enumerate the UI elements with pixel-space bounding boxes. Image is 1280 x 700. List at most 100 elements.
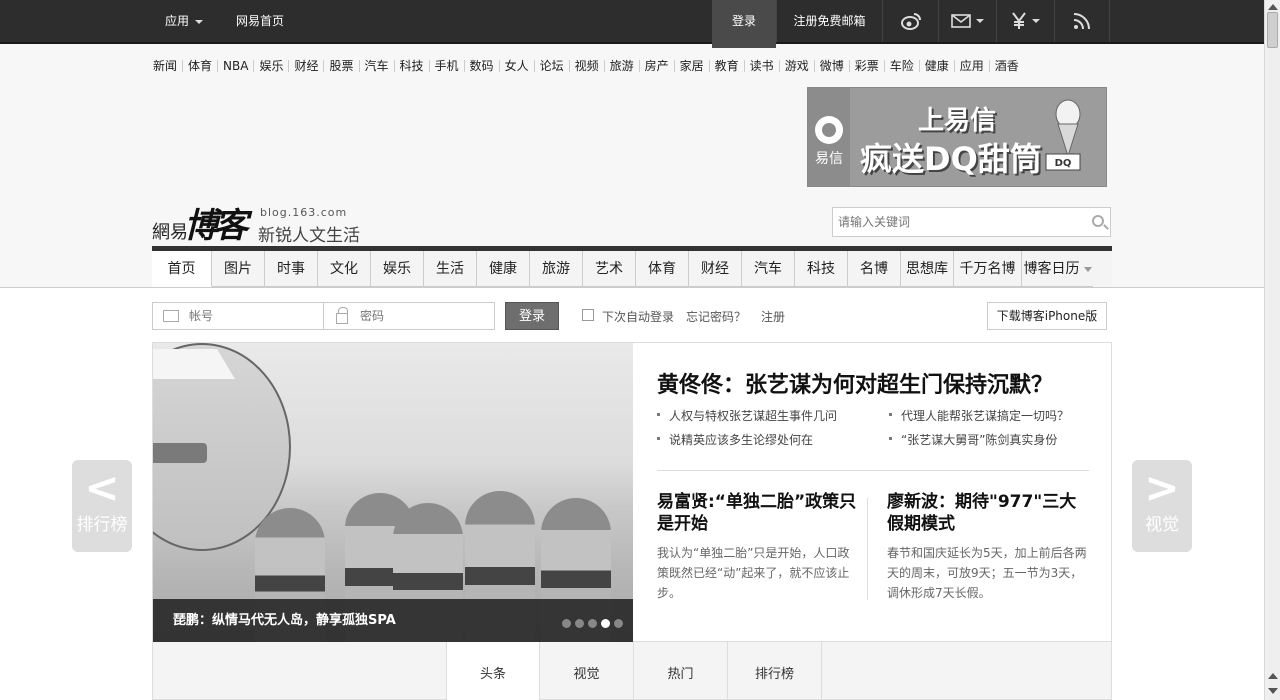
nav-tab[interactable]: 汽车 <box>742 251 795 287</box>
nav-tab-home[interactable]: 首页 <box>152 251 212 287</box>
related-link[interactable]: 人权与特权张艺谋超生事件几问 <box>657 407 837 424</box>
channel-link[interactable]: 游戏 <box>778 60 814 72</box>
login-submit-button[interactable]: 登录 <box>505 302 559 330</box>
nav-tab-calendar-label: 博客日历 <box>1023 261 1080 277</box>
main-nav: 首页 图片 时事 文化 娱乐 生活 健康 旅游 艺术 体育 财经 汽车 科技 名… <box>152 246 1112 287</box>
slide-dot[interactable] <box>575 619 584 628</box>
tab-ranking[interactable]: 排行榜 <box>728 642 822 700</box>
ad-line-1: 上易信 <box>918 106 997 136</box>
channel-link[interactable]: 读书 <box>743 60 779 72</box>
photo-caption[interactable]: 琵鹏：纵情马代无人岛，静享孤独SPA <box>153 599 633 643</box>
vertical-scrollbar[interactable] <box>1264 0 1280 700</box>
channel-link[interactable]: 车险 <box>883 60 919 72</box>
slide-dot[interactable] <box>588 619 597 628</box>
channel-link[interactable]: 体育 <box>182 60 217 72</box>
next-visual-button[interactable]: > 视觉 <box>1132 460 1192 552</box>
nav-tab[interactable]: 生活 <box>424 251 477 287</box>
nav-tab[interactable]: 娱乐 <box>371 251 424 287</box>
pay-menu-button[interactable] <box>996 0 1054 42</box>
top-bar: 应用 网易首页 登录 注册免费邮箱 <box>0 0 1264 48</box>
prev-ranking-button[interactable]: < 排行榜 <box>72 460 132 552</box>
tab-visual[interactable]: 视觉 <box>540 642 634 700</box>
nav-tab[interactable]: 健康 <box>477 251 530 287</box>
register-link[interactable]: 注册 <box>761 308 785 325</box>
nav-tab[interactable]: 财经 <box>689 251 742 287</box>
top-login-button[interactable]: 登录 <box>712 0 776 48</box>
nav-tab[interactable]: 艺术 <box>583 251 636 287</box>
tab-headlines[interactable]: 头条 <box>446 642 540 700</box>
related-link[interactable]: “张艺谋大舅哥”陈剑真实身份 <box>889 431 1057 448</box>
apps-menu[interactable]: 应用 <box>165 0 204 42</box>
photo-massage-bench <box>153 443 207 463</box>
apps-label: 应用 <box>165 14 190 28</box>
headline-link[interactable]: 黄佟佟：张艺谋为何对超生门保持沉默？ <box>657 367 1053 399</box>
nav-tab[interactable]: 图片 <box>212 251 265 287</box>
channel-link[interactable]: 旅游 <box>603 60 639 72</box>
slide-dots <box>562 619 623 628</box>
channel-link[interactable]: 家居 <box>673 60 709 72</box>
weibo-icon <box>900 13 921 30</box>
featured-photo[interactable]: 琵鹏：纵情马代无人岛，静享孤独SPA <box>153 343 633 643</box>
search-input[interactable] <box>833 208 1073 236</box>
netease-home-link[interactable]: 网易首页 <box>236 0 284 42</box>
chevron-down-icon <box>976 19 984 23</box>
register-mail-link[interactable]: 注册免费邮箱 <box>776 0 882 42</box>
channel-link[interactable]: 彩票 <box>848 60 884 72</box>
nav-tab[interactable]: 科技 <box>795 251 848 287</box>
nav-tab[interactable]: 文化 <box>318 251 371 287</box>
nav-tab[interactable]: 千万名博 <box>954 251 1022 287</box>
scroll-up-icon[interactable] <box>1268 673 1278 679</box>
mail-menu-button[interactable] <box>938 0 996 42</box>
channel-link[interactable]: 教育 <box>708 60 744 72</box>
channel-link[interactable]: 股票 <box>323 60 358 72</box>
photo-tent <box>153 349 235 379</box>
channel-link[interactable]: 论坛 <box>533 60 569 72</box>
channel-link[interactable]: 娱乐 <box>253 60 288 72</box>
slide-dot[interactable] <box>614 619 623 628</box>
channel-link[interactable]: 女人 <box>498 60 534 72</box>
slide-dot-active[interactable] <box>601 619 610 628</box>
channel-link[interactable]: 财经 <box>288 60 323 72</box>
tab-hot[interactable]: 热门 <box>634 642 728 700</box>
channel-link[interactable]: 科技 <box>393 60 429 72</box>
sub-story-title[interactable]: 廖新波：期待"977"三大假期模式 <box>887 491 1087 535</box>
channel-link[interactable]: 健康 <box>918 60 954 72</box>
logo-slogan: 新锐人文生活 <box>258 226 360 246</box>
channel-link[interactable]: 数码 <box>463 60 499 72</box>
related-link[interactable]: 说精英应该多生论缪处何在 <box>657 431 813 448</box>
sub-story-title[interactable]: 易富贤:“单独二胎”政策只是开始 <box>657 491 857 535</box>
auto-login-label[interactable]: 下次自动登录 <box>602 308 674 325</box>
nav-tab[interactable]: 体育 <box>636 251 689 287</box>
download-iphone-button[interactable]: 下载博客iPhone版 <box>987 302 1107 330</box>
channel-link[interactable]: 视频 <box>568 60 604 72</box>
channel-link[interactable]: 应用 <box>953 60 989 72</box>
yixin-ad-banner[interactable]: 易信 上易信 疯送DQ甜筒 DQ <box>807 87 1107 187</box>
search-icon[interactable] <box>1092 215 1104 227</box>
related-link[interactable]: 代理人能帮张艺谋搞定一切吗？ <box>889 407 1069 424</box>
auto-login-checkbox[interactable] <box>582 309 594 321</box>
nav-tab[interactable]: 旅游 <box>530 251 583 287</box>
channel-link[interactable]: NBA <box>217 60 253 72</box>
forgot-password-link[interactable]: 忘记密码？ <box>686 308 746 325</box>
scrollbar-thumb[interactable] <box>1267 12 1278 48</box>
yen-icon <box>1012 12 1026 29</box>
rss-button[interactable] <box>1054 0 1110 42</box>
nav-tab[interactable]: 名博 <box>848 251 901 287</box>
nav-tab[interactable]: 时事 <box>265 251 318 287</box>
nav-tab[interactable]: 思想库 <box>901 251 954 287</box>
password-field <box>323 302 495 330</box>
nav-tab-calendar[interactable]: 博客日历 <box>1022 251 1093 287</box>
password-input[interactable] <box>360 303 480 329</box>
channel-link[interactable]: 微博 <box>813 60 849 72</box>
slide-dot[interactable] <box>562 619 571 628</box>
channel-link[interactable]: 手机 <box>428 60 464 72</box>
channel-link[interactable]: 汽车 <box>358 60 394 72</box>
blog-logo[interactable]: 網易 博客 blog.163.com 新锐人文生活 <box>152 198 412 246</box>
channel-link[interactable]: 新闻 <box>148 60 182 72</box>
weibo-icon-button[interactable] <box>882 0 938 42</box>
scroll-up-icon[interactable] <box>1268 4 1278 10</box>
account-input[interactable] <box>189 303 309 329</box>
channel-link[interactable]: 酒香 <box>988 60 1024 72</box>
scroll-down-icon[interactable] <box>1268 688 1278 694</box>
channel-link[interactable]: 房产 <box>638 60 674 72</box>
